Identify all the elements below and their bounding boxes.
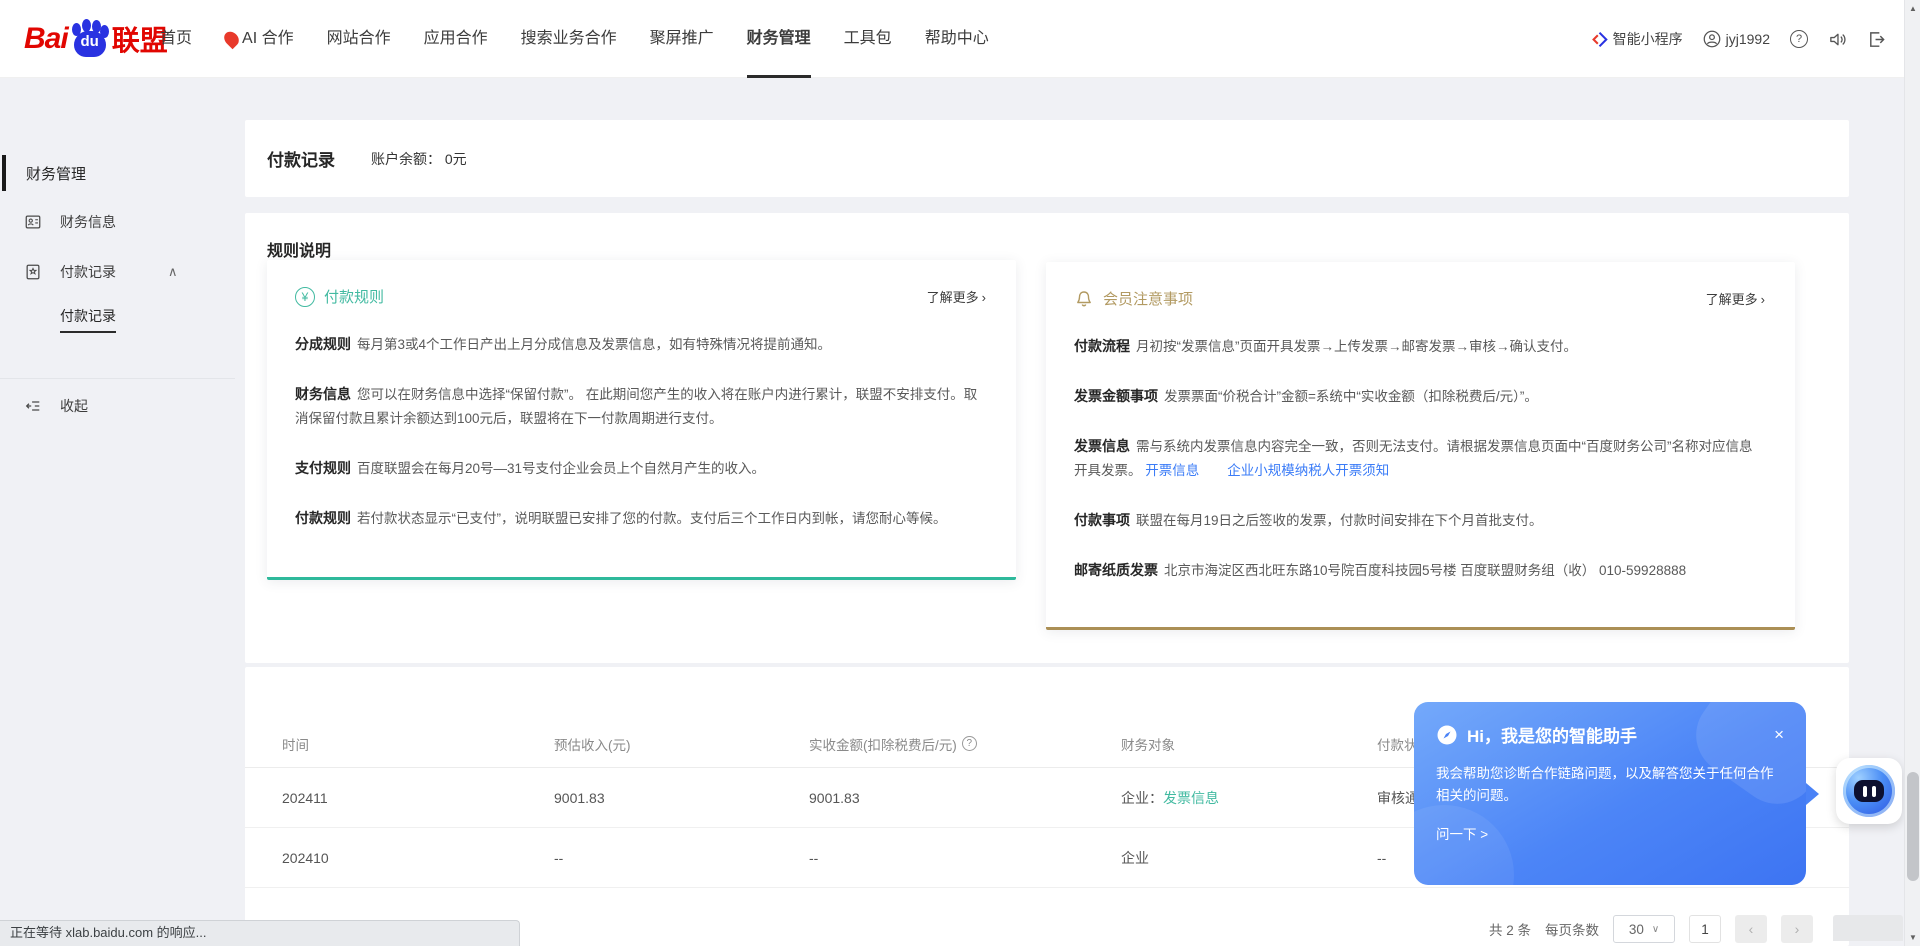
payment-record-icon	[24, 263, 42, 281]
cell-estimated: --	[554, 850, 809, 866]
total-count: 共 2 条	[1489, 919, 1531, 939]
note-mail-invoice: 邮寄纸质发票北京市海淀区西北旺东路10号院百度科技园5号楼 百度联盟财务组（收）…	[1074, 558, 1765, 583]
help-icon[interactable]: ?	[1790, 30, 1808, 48]
assistant-title: Hi，我是您的智能助手	[1467, 722, 1637, 747]
prev-page-button[interactable]: ‹	[1735, 915, 1767, 943]
cell-entity: 企业：发票信息	[1121, 788, 1377, 808]
note-payment-flow: 付款流程月初按“发票信息”页面开具发票→上传发票→邮寄发票→审核→确认支付。	[1074, 334, 1765, 359]
sidebar-collapse-button[interactable]: 收起	[0, 388, 220, 424]
small-taxpayer-link[interactable]: 企业小规模纳税人开票须知	[1227, 463, 1389, 478]
rule-share: 分成规则每月第3或4个工作日产出上月分成信息及发票信息，如有特殊情况将提前通知。	[295, 332, 986, 357]
nav-item-home[interactable]: 首页	[160, 0, 192, 78]
scrollbar[interactable]: ▲ ▼	[1904, 0, 1920, 946]
baidu-paw-icon: du	[70, 19, 110, 59]
member-notes-more-link[interactable]: 了解更多›	[1706, 289, 1765, 308]
per-page-label: 每页条数	[1545, 919, 1599, 939]
nav-item-toolkit[interactable]: 工具包	[844, 0, 892, 78]
cell-time: 202411	[282, 790, 554, 806]
invoice-info-table-link[interactable]: 发票信息	[1163, 790, 1219, 806]
robot-avatar-icon	[1843, 765, 1895, 817]
rule-finance-info: 财务信息您可以在财务信息中选择“保留付款”。 在此期间您产生的收入将在账户内进行…	[295, 382, 986, 431]
nav-item-help-center[interactable]: 帮助中心	[925, 0, 989, 78]
rules-panel: 规则说明 ¥ 付款规则 了解更多› 分成规则每月第3或4个工作日产出上月分成信息…	[245, 213, 1849, 663]
scroll-up-icon[interactable]: ▲	[1905, 0, 1920, 17]
member-notes-card: 会员注意事项 了解更多› 付款流程月初按“发票信息”页面开具发票→上传发票→邮寄…	[1046, 262, 1795, 630]
pagination: 共 2 条 每页条数 30 ∨ 1 ‹ ›	[1489, 915, 1813, 943]
logo-bai-text: Bai	[24, 22, 68, 56]
cell-entity: 企业	[1121, 848, 1377, 868]
caret-down-icon: ∨	[1652, 924, 1659, 935]
assistant-launcher-button[interactable]	[1836, 758, 1902, 824]
main-nav: 首页 AI 合作 网站合作 应用合作 搜索业务合作 聚屏推广 财务管理 工具包 …	[160, 0, 989, 78]
rule-payment-status: 付款规则若付款状态显示“已支付”，说明联盟已安排了您的付款。支付后三个工作日内到…	[295, 506, 986, 531]
compass-icon	[1436, 724, 1458, 746]
assistant-popup-tail	[1806, 783, 1819, 805]
next-page-button[interactable]: ›	[1781, 915, 1813, 943]
cell-actual: 9001.83	[809, 790, 1121, 806]
assistant-message: 我会帮助您诊断合作链路问题，以及解答您关于任何合作相关的问题。	[1436, 763, 1782, 807]
assistant-popup: Hi，我是您的智能助手 × 我会帮助您诊断合作链路问题，以及解答您关于任何合作相…	[1414, 702, 1806, 885]
payment-rules-more-link[interactable]: 了解更多›	[927, 287, 986, 306]
sidebar-title: 财务管理	[0, 155, 220, 191]
cell-estimated: 9001.83	[554, 790, 809, 806]
col-estimated: 预估收入(元)	[554, 734, 809, 754]
browser-status-bar: 正在等待 xlab.baidu.com 的响应...	[0, 920, 520, 946]
chevron-up-icon[interactable]: ∧	[168, 264, 178, 280]
col-time: 时间	[282, 734, 554, 754]
finance-info-icon	[24, 213, 42, 231]
sidebar-divider	[0, 378, 235, 379]
payment-rules-title: 付款规则	[324, 286, 384, 307]
baidu-union-logo[interactable]: Bai du 联盟	[24, 18, 168, 60]
page-title: 付款记录	[267, 146, 335, 171]
account-balance: 账户余额： 0元	[371, 149, 467, 169]
rules-section-title: 规则说明	[267, 237, 331, 261]
flame-icon	[221, 29, 242, 50]
ask-now-link[interactable]: 问一下 >	[1436, 823, 1784, 843]
note-invoice-amount: 发票金额事项发票票面“价税合计”金额=系统中“实收金额（扣除税费后/元）”。	[1074, 384, 1765, 409]
active-indicator-bar	[2, 155, 6, 191]
rule-pay: 支付规则百度联盟会在每月20号—31号支付企业会员上个自然月产生的收入。	[295, 456, 986, 481]
current-page[interactable]: 1	[1689, 915, 1721, 943]
user-account[interactable]: jyj1992	[1703, 30, 1770, 48]
collapse-icon	[24, 397, 42, 415]
nav-item-screen[interactable]: 聚屏推广	[650, 0, 714, 78]
balance-value: 0元	[445, 151, 467, 167]
invoice-info-link[interactable]: 开票信息	[1145, 463, 1199, 478]
sidebar-item-payment-record[interactable]: 付款记录 ∧	[0, 254, 220, 290]
logo-du-text: du	[74, 33, 106, 50]
actual-amount-help-icon[interactable]: ?	[962, 736, 977, 751]
logout-icon[interactable]	[1867, 30, 1886, 49]
top-navbar: Bai du 联盟 首页 AI 合作 网站合作 应用合作 搜索业务合作 聚屏推广…	[0, 0, 1920, 78]
nav-item-ai[interactable]: AI 合作	[225, 0, 294, 78]
widget-tab	[1833, 915, 1903, 941]
col-actual: 实收金额(扣除税费后/元) ?	[809, 734, 1121, 754]
sidebar: 财务管理 财务信息 付款记录 ∧ 付款记录 收起	[0, 78, 235, 946]
cell-actual: --	[809, 850, 1121, 866]
nav-item-app[interactable]: 应用合作	[424, 0, 488, 78]
yen-circle-icon: ¥	[295, 287, 315, 307]
nav-item-finance[interactable]: 财务管理	[747, 0, 811, 78]
user-icon	[1703, 30, 1721, 48]
per-page-select[interactable]: 30 ∨	[1613, 915, 1675, 943]
nav-item-search[interactable]: 搜索业务合作	[521, 0, 617, 78]
sidebar-subitem-payment-record[interactable]: 付款记录	[60, 306, 116, 326]
bell-icon	[1074, 289, 1094, 309]
cell-time: 202410	[282, 850, 554, 866]
note-invoice-info: 发票信息需与系统内发票信息内容完全一致，否则无法支付。请根据发票信息页面中“百度…	[1074, 434, 1765, 483]
page-header-panel: 付款记录 账户余额： 0元	[245, 120, 1849, 197]
scroll-down-icon[interactable]: ▼	[1905, 929, 1920, 946]
scrollbar-thumb[interactable]	[1907, 772, 1919, 881]
navbar-right: 智能小程序 jyj1992 ?	[1591, 0, 1886, 78]
popup-decoration	[1414, 805, 1514, 885]
member-notes-title: 会员注意事项	[1103, 288, 1193, 309]
nav-item-website[interactable]: 网站合作	[327, 0, 391, 78]
note-payment-matters: 付款事项联盟在每月19日之后签收的发票，付款时间安排在下个月首批支付。	[1074, 508, 1765, 533]
mini-program-entry[interactable]: 智能小程序	[1591, 29, 1683, 49]
payment-rules-card: ¥ 付款规则 了解更多› 分成规则每月第3或4个工作日产出上月分成信息及发票信息…	[267, 260, 1016, 580]
sidebar-item-finance-info[interactable]: 财务信息	[0, 204, 220, 240]
close-icon[interactable]: ×	[1774, 726, 1784, 743]
mini-program-icon	[1591, 31, 1608, 48]
sound-icon[interactable]	[1828, 30, 1847, 49]
col-entity: 财务对象	[1121, 734, 1377, 754]
